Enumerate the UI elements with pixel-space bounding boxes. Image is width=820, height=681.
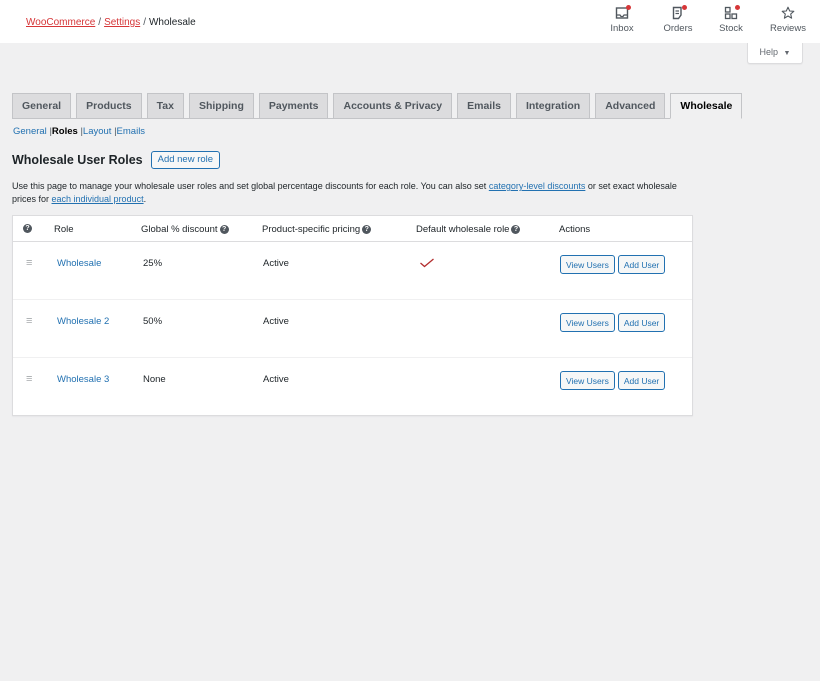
add-user-button[interactable]: Add User <box>617 371 666 390</box>
individual-product-link[interactable]: each individual product <box>52 194 144 204</box>
activity-inbox[interactable]: Inbox <box>597 5 647 34</box>
sub-navigation: General |Roles |Layout |Emails <box>13 126 145 137</box>
role-discount: 50% <box>143 316 163 327</box>
header-actions: Actions <box>559 224 591 235</box>
breadcrumb: WooCommerce / Settings / Wholesale <box>26 17 196 28</box>
help-icon[interactable]: ? <box>362 225 372 234</box>
subnav-general[interactable]: General <box>13 126 47 137</box>
help-icon[interactable]: ? <box>219 225 229 234</box>
table-row: ≡ Wholesale 25% Active View Users Add Us… <box>13 242 692 300</box>
table-row: ≡ Wholesale 2 50% Active View Users Add … <box>13 300 692 358</box>
activity-reviews[interactable]: Reviews <box>763 6 813 34</box>
role-discount: None <box>143 374 166 385</box>
help-icon[interactable]: ? <box>511 225 521 234</box>
role-name-link[interactable]: Wholesale 3 <box>57 374 109 385</box>
activity-label: Orders <box>663 23 693 34</box>
help-icon[interactable]: ? <box>23 224 32 233</box>
table-row: ≡ Wholesale 3 None Active View Users Add… <box>13 358 692 416</box>
view-users-button[interactable]: View Users <box>560 255 615 274</box>
header-role: Role <box>54 224 74 235</box>
row-actions: View Users Add User <box>560 371 666 390</box>
stock-icon <box>724 5 740 20</box>
table-header: ? Role Global % discount? Product-specif… <box>13 216 692 242</box>
activity-label: Inbox <box>610 23 634 34</box>
description-text: Use this page to manage your wholesale u… <box>12 181 489 191</box>
notification-dot <box>626 5 631 10</box>
page-title: Wholesale User Roles <box>12 153 143 167</box>
tab-payments[interactable]: Payments <box>258 93 329 118</box>
inbox-icon <box>615 5 631 20</box>
star-icon <box>781 6 795 20</box>
chevron-down-icon: ▼ <box>783 50 791 57</box>
breadcrumb-separator: / <box>143 17 146 28</box>
subnav-roles[interactable]: Roles <box>52 126 78 137</box>
role-name-link[interactable]: Wholesale 2 <box>57 316 109 327</box>
breadcrumb-woocommerce[interactable]: WooCommerce <box>26 17 95 28</box>
header-discount: Global % discount <box>141 224 218 235</box>
role-name-link[interactable]: Wholesale <box>57 258 101 269</box>
header-bar: WooCommerce / Settings / Wholesale Inbox Ord… <box>0 0 820 43</box>
breadcrumb-settings[interactable]: Settings <box>104 17 140 28</box>
orders-icon <box>671 5 687 20</box>
activity-label: Stock <box>719 23 743 34</box>
header-default-role: Default wholesale role <box>416 224 510 235</box>
tab-accounts-privacy[interactable]: Accounts & Privacy <box>333 93 453 118</box>
subnav-layout[interactable]: Layout <box>83 126 112 137</box>
add-user-button[interactable]: Add User <box>617 255 666 274</box>
tab-advanced[interactable]: Advanced <box>595 93 666 118</box>
description-text: . <box>143 194 147 204</box>
drag-handle-icon[interactable]: ≡ <box>26 257 32 269</box>
drag-handle-icon[interactable]: ≡ <box>26 373 32 385</box>
subnav-emails[interactable]: Emails <box>117 126 146 137</box>
activity-stock[interactable]: Stock <box>706 5 756 34</box>
activity-label: Reviews <box>770 23 806 34</box>
row-actions: View Users Add User <box>560 313 666 332</box>
notification-dot <box>735 5 740 10</box>
role-discount: 25% <box>143 258 163 269</box>
add-user-button[interactable]: Add User <box>617 313 666 332</box>
role-pricing-status: Active <box>263 374 289 385</box>
category-discounts-link[interactable]: category-level discounts <box>489 181 586 191</box>
add-new-role-button[interactable]: Add new role <box>150 151 221 169</box>
role-pricing-status: Active <box>263 258 289 269</box>
page-description: Use this page to manage your wholesale u… <box>12 180 692 206</box>
tab-shipping[interactable]: Shipping <box>188 93 254 118</box>
default-role-check-icon <box>419 257 435 272</box>
role-pricing-status: Active <box>263 316 289 327</box>
notification-dot <box>682 5 687 10</box>
row-actions: View Users Add User <box>560 255 666 274</box>
activity-orders[interactable]: Orders <box>653 5 703 34</box>
help-button[interactable]: Help ▼ <box>747 43 803 64</box>
tab-emails[interactable]: Emails <box>457 93 511 118</box>
view-users-button[interactable]: View Users <box>560 371 615 390</box>
help-label: Help <box>759 47 779 57</box>
page-heading: Wholesale User Roles Add new role <box>12 151 221 169</box>
settings-tabs: General Products Tax Shipping Payments A… <box>12 93 743 119</box>
tab-integration[interactable]: Integration <box>515 93 591 118</box>
roles-table: ? Role Global % discount? Product-specif… <box>12 215 693 416</box>
tab-general[interactable]: General <box>12 93 72 118</box>
breadcrumb-separator: / <box>98 17 102 28</box>
tab-wholesale[interactable]: Wholesale <box>670 93 743 119</box>
view-users-button[interactable]: View Users <box>560 313 615 332</box>
tab-products[interactable]: Products <box>76 93 142 118</box>
drag-handle-icon[interactable]: ≡ <box>26 315 32 327</box>
tab-tax[interactable]: Tax <box>146 93 184 118</box>
header-pricing: Product-specific pricing <box>262 224 361 235</box>
breadcrumb-current: Wholesale <box>148 17 196 28</box>
